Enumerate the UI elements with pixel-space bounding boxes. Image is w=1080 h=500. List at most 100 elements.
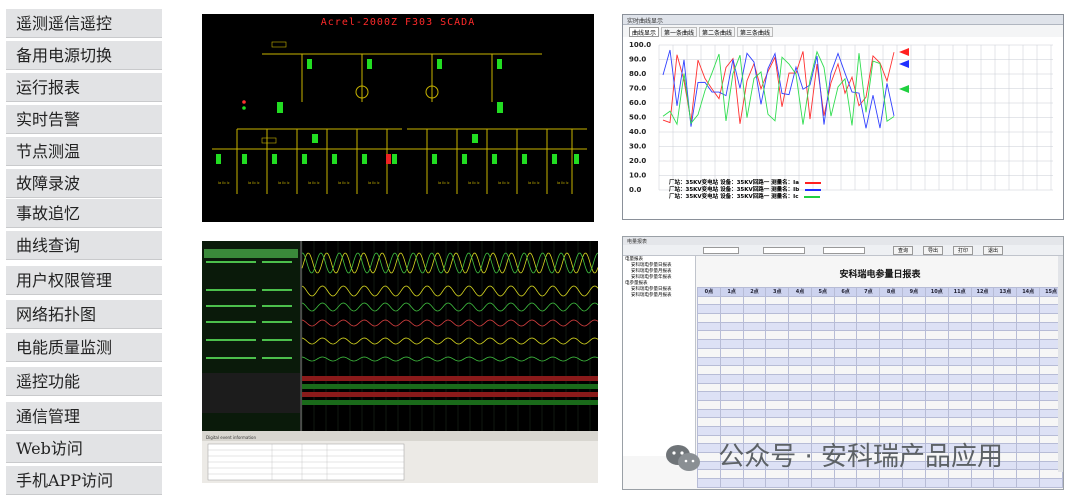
report-cell bbox=[902, 295, 926, 306]
sidebar-item-fault-recording[interactable]: 故障录波 bbox=[6, 169, 162, 198]
report-cell bbox=[970, 321, 995, 332]
report-cell bbox=[902, 347, 926, 358]
tab-curve-display[interactable]: 曲线显示 bbox=[629, 27, 660, 37]
sidebar-item-user-permission[interactable]: 用户权限管理 bbox=[6, 266, 162, 295]
report-cell bbox=[993, 365, 1018, 375]
report-cell bbox=[993, 478, 1018, 488]
svg-text:Ia Ib Ic: Ia Ib Ic bbox=[528, 181, 540, 185]
sidebar-item-communication[interactable]: 通信管理 bbox=[6, 402, 162, 431]
report-cell bbox=[856, 399, 881, 410]
sidebar-item-web-access[interactable]: Web访问 bbox=[6, 434, 162, 463]
report-cell bbox=[924, 399, 949, 410]
report-cell bbox=[879, 408, 904, 419]
sidebar-item-remote-control[interactable]: 遥控功能 bbox=[6, 367, 162, 396]
scada-single-line-diagram: Acrel-2000Z F303 SCADA Ia Ib Ic Ia Ib Ic… bbox=[212, 17, 587, 194]
tab-curve-3[interactable]: 第三条曲线 bbox=[737, 27, 774, 37]
sidebar-item-power-quality[interactable]: 电能质量监测 bbox=[6, 333, 162, 362]
svg-text:Ia Ib Ic: Ia Ib Ic bbox=[368, 181, 380, 185]
sidebar-item-accident-recall[interactable]: 事故追忆 bbox=[6, 199, 162, 228]
sidebar-item-temperature[interactable]: 节点测温 bbox=[6, 137, 162, 166]
report-cell bbox=[970, 478, 995, 488]
sidebar-item-network-topology[interactable]: 网络拓扑图 bbox=[6, 300, 162, 329]
report-date-field[interactable] bbox=[703, 247, 739, 254]
report-cell bbox=[765, 426, 790, 436]
sidebar-item-backup-power[interactable]: 备用电源切换 bbox=[6, 41, 162, 70]
report-cell bbox=[902, 365, 926, 375]
tree-item[interactable]: 安科瑞电参量月报表 bbox=[623, 292, 695, 298]
print-button[interactable]: 打印 bbox=[953, 246, 974, 255]
report-device-select[interactable] bbox=[823, 247, 865, 254]
curve-y-tick: 0.0 bbox=[629, 186, 642, 194]
report-cell bbox=[810, 399, 835, 410]
report-cell bbox=[856, 295, 881, 306]
report-cell bbox=[924, 304, 949, 315]
report-cell bbox=[810, 365, 835, 375]
table-row bbox=[697, 339, 1063, 349]
report-cell bbox=[879, 391, 904, 401]
report-cell bbox=[742, 373, 767, 384]
report-cell bbox=[1016, 339, 1041, 349]
report-cell bbox=[833, 373, 858, 384]
report-cell bbox=[947, 339, 972, 349]
svg-text:Ia Ib Ic: Ia Ib Ic bbox=[438, 181, 450, 185]
report-cell bbox=[719, 304, 744, 315]
report-cell bbox=[788, 478, 812, 488]
report-cell bbox=[1016, 295, 1041, 306]
report-cell bbox=[742, 295, 767, 306]
query-button[interactable]: 查询 bbox=[893, 246, 914, 255]
report-cell bbox=[1016, 382, 1041, 393]
report-cell bbox=[947, 373, 972, 384]
report-cell bbox=[924, 408, 949, 419]
tab-curve-1[interactable]: 第一条曲线 bbox=[661, 27, 698, 37]
report-cell bbox=[810, 356, 835, 367]
report-cell bbox=[742, 330, 767, 341]
report-cell bbox=[719, 339, 744, 349]
report-cell bbox=[856, 356, 881, 367]
table-row bbox=[697, 321, 1063, 332]
curve-y-tick: 90.0 bbox=[629, 56, 646, 64]
report-col-header: 7点 bbox=[856, 287, 881, 297]
sidebar-item-mobile-app[interactable]: 手机APP访问 bbox=[6, 466, 162, 495]
channel-value-bar bbox=[262, 357, 292, 359]
report-cell bbox=[697, 417, 721, 427]
report-cell bbox=[947, 408, 972, 419]
report-cell bbox=[970, 330, 995, 341]
report-cell bbox=[902, 356, 926, 367]
sidebar-item-curve-query[interactable]: 曲线查询 bbox=[6, 231, 162, 260]
report-cell bbox=[765, 339, 790, 349]
report-cell bbox=[970, 382, 995, 393]
report-cell bbox=[719, 399, 744, 410]
report-cell bbox=[993, 391, 1018, 401]
legend-item-ib: 厂站：35KV变电站 设备：35KV回路一 测量名：Ib bbox=[669, 185, 822, 193]
report-cell bbox=[788, 399, 812, 410]
report-cell bbox=[1016, 408, 1041, 419]
report-cell bbox=[856, 321, 881, 332]
busbars bbox=[212, 53, 587, 194]
report-scrollbar[interactable] bbox=[1058, 256, 1063, 472]
report-cell bbox=[719, 356, 744, 367]
report-cell bbox=[697, 295, 721, 306]
sidebar-item-telemetry[interactable]: 遥测遥信遥控 bbox=[6, 9, 162, 38]
report-cell bbox=[924, 365, 949, 375]
report-cell bbox=[742, 382, 767, 393]
alarm-lamps bbox=[242, 100, 246, 110]
exit-button[interactable]: 退出 bbox=[983, 246, 1004, 255]
tab-curve-2[interactable]: 第二条曲线 bbox=[699, 27, 736, 37]
report-cell bbox=[788, 295, 812, 306]
report-station-select[interactable] bbox=[763, 247, 805, 254]
report-cell bbox=[924, 356, 949, 367]
report-cell bbox=[765, 408, 790, 419]
report-cell bbox=[1016, 321, 1041, 332]
selected-channel[interactable] bbox=[204, 249, 298, 258]
report-cell bbox=[924, 478, 949, 488]
report-cell bbox=[788, 382, 812, 393]
report-cell bbox=[902, 304, 926, 315]
sidebar-item-operation-report[interactable]: 运行报表 bbox=[6, 73, 162, 102]
report-cell bbox=[947, 365, 972, 375]
report-col-header: 8点 bbox=[879, 287, 904, 297]
report-cell bbox=[719, 426, 744, 436]
report-cell bbox=[856, 408, 881, 419]
export-button[interactable]: 导出 bbox=[923, 246, 944, 255]
sidebar-item-realtime-alarm[interactable]: 实时告警 bbox=[6, 105, 162, 134]
channel-label-bar bbox=[206, 289, 256, 291]
